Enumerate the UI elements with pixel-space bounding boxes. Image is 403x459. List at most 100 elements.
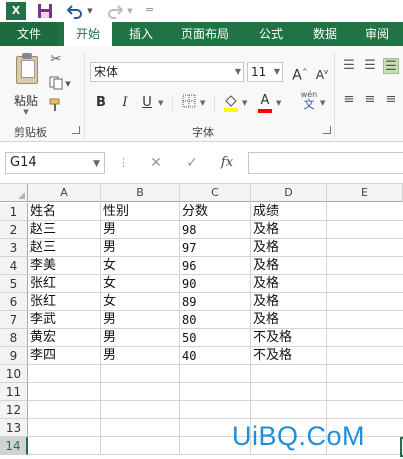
phonetic-dropdown-icon[interactable]: ▼ bbox=[320, 99, 325, 107]
row-header-10[interactable]: 10 bbox=[0, 365, 28, 383]
undo-icon[interactable] bbox=[66, 2, 84, 20]
tab-data[interactable]: 数据 bbox=[302, 22, 348, 46]
cell-c5[interactable]: 90 bbox=[180, 275, 251, 293]
cell-e9[interactable] bbox=[327, 347, 403, 365]
cell-e8[interactable] bbox=[327, 329, 403, 347]
cell-a14[interactable] bbox=[28, 437, 101, 455]
borders-dropdown-icon[interactable]: ▼ bbox=[200, 99, 205, 107]
customize-icon[interactable]: = bbox=[145, 3, 154, 16]
cell-a9[interactable]: 李四 bbox=[28, 347, 101, 365]
cell-a13[interactable] bbox=[28, 419, 101, 437]
cell-d3[interactable]: 及格 bbox=[251, 239, 327, 257]
cell-b3[interactable]: 男 bbox=[101, 239, 180, 257]
cell-a8[interactable]: 黄宏 bbox=[28, 329, 101, 347]
font-name-select[interactable]: 宋体 ▼ bbox=[90, 62, 244, 82]
align-bottom-icon[interactable]: ☰ bbox=[383, 58, 399, 74]
undo-dropdown-icon[interactable]: ▼ bbox=[86, 2, 94, 20]
cell-c2[interactable]: 98 bbox=[180, 221, 251, 239]
cell-b13[interactable] bbox=[101, 419, 180, 437]
paste-icon[interactable] bbox=[10, 52, 44, 92]
tab-home[interactable]: 开始 bbox=[64, 22, 112, 46]
save-icon[interactable] bbox=[36, 2, 54, 20]
cell-e6[interactable] bbox=[327, 293, 403, 311]
cell-e2[interactable] bbox=[327, 221, 403, 239]
cell-c6[interactable]: 89 bbox=[180, 293, 251, 311]
cell-b10[interactable] bbox=[101, 365, 180, 383]
phonetic-guide-button[interactable]: wén 文 bbox=[298, 90, 320, 111]
cell-b8[interactable]: 男 bbox=[101, 329, 180, 347]
cell-c9[interactable]: 40 bbox=[180, 347, 251, 365]
underline-dropdown-icon[interactable]: ▼ bbox=[158, 99, 163, 107]
column-header-d[interactable]: D bbox=[251, 184, 327, 202]
align-right-icon[interactable]: ≡ bbox=[383, 92, 399, 108]
tab-page-layout[interactable]: 页面布局 bbox=[170, 22, 240, 46]
fill-color-icon[interactable] bbox=[222, 94, 240, 112]
cell-c10[interactable] bbox=[180, 365, 251, 383]
align-center-icon[interactable]: ≡ bbox=[362, 92, 378, 108]
row-header-6[interactable]: 6 bbox=[0, 293, 28, 311]
cell-b4[interactable]: 女 bbox=[101, 257, 180, 275]
column-header-a[interactable]: A bbox=[28, 184, 101, 202]
bold-button[interactable]: B bbox=[92, 94, 110, 112]
cell-b7[interactable]: 男 bbox=[101, 311, 180, 329]
cell-e3[interactable] bbox=[327, 239, 403, 257]
worksheet-grid[interactable]: ABCDE 1 2 3 4 5 6 7 8 9 10 11 12 13 14 姓名 性别 分数 成绩 赵三男 98 及… bbox=[0, 184, 403, 459]
cell-e5[interactable] bbox=[327, 275, 403, 293]
cell-b1[interactable]: 性别 bbox=[101, 203, 180, 221]
format-painter-icon[interactable] bbox=[48, 98, 64, 114]
name-box[interactable]: G14 ▼ bbox=[5, 152, 105, 174]
row-header-3[interactable]: 3 bbox=[0, 239, 28, 257]
cell-a11[interactable] bbox=[28, 383, 101, 401]
cell-c12[interactable] bbox=[180, 401, 251, 419]
underline-button[interactable]: U bbox=[138, 94, 156, 112]
row-header-14[interactable]: 14 bbox=[0, 437, 28, 455]
cell-d7[interactable]: 及格 bbox=[251, 311, 327, 329]
cell-d9[interactable]: 不及格 bbox=[251, 347, 327, 365]
enter-icon[interactable]: ✓ bbox=[181, 152, 203, 174]
cell-a4[interactable]: 李美 bbox=[28, 257, 101, 275]
cell-d1[interactable]: 成绩 bbox=[251, 203, 327, 221]
cell-a2[interactable]: 赵三 bbox=[28, 221, 101, 239]
fill-color-dropdown-icon[interactable]: ▼ bbox=[242, 99, 247, 107]
cut-icon[interactable]: ✂ bbox=[48, 52, 64, 68]
cell-b9[interactable]: 男 bbox=[101, 347, 180, 365]
cell-d12[interactable] bbox=[251, 401, 327, 419]
row-header-4[interactable]: 4 bbox=[0, 257, 28, 275]
cell-c11[interactable] bbox=[180, 383, 251, 401]
cell-c8[interactable]: 50 bbox=[180, 329, 251, 347]
cell-b6[interactable]: 女 bbox=[101, 293, 180, 311]
formula-bar-grip[interactable]: ⋮ bbox=[118, 152, 129, 174]
font-color-icon[interactable]: A bbox=[256, 94, 274, 113]
cell-d10[interactable] bbox=[251, 365, 327, 383]
paste-dropdown-icon[interactable]: ▼ bbox=[21, 108, 31, 116]
column-header-c[interactable]: C bbox=[180, 184, 251, 202]
cell-d4[interactable]: 及格 bbox=[251, 257, 327, 275]
cell-e1[interactable] bbox=[327, 203, 403, 221]
font-color-dropdown-icon[interactable]: ▼ bbox=[276, 99, 281, 107]
cell-a3[interactable]: 赵三 bbox=[28, 239, 101, 257]
tab-file[interactable]: 文件 bbox=[0, 22, 58, 46]
cell-b14[interactable] bbox=[101, 437, 180, 455]
clipboard-launcher-icon[interactable] bbox=[72, 126, 80, 134]
cell-a6[interactable]: 张红 bbox=[28, 293, 101, 311]
align-top-icon[interactable]: ☰ bbox=[341, 58, 357, 74]
shrink-font-icon[interactable]: Av bbox=[313, 62, 331, 85]
insert-function-icon[interactable]: fx bbox=[216, 152, 238, 174]
cell-b5[interactable]: 女 bbox=[101, 275, 180, 293]
font-launcher-icon[interactable] bbox=[323, 126, 331, 134]
cell-d5[interactable]: 及格 bbox=[251, 275, 327, 293]
cell-d6[interactable]: 及格 bbox=[251, 293, 327, 311]
align-left-icon[interactable]: ≡ bbox=[341, 92, 357, 108]
row-header-11[interactable]: 11 bbox=[0, 383, 28, 401]
formula-input[interactable] bbox=[248, 152, 403, 174]
row-header-2[interactable]: 2 bbox=[0, 221, 28, 239]
copy-dropdown-icon[interactable]: ▼ bbox=[64, 76, 72, 92]
cell-a7[interactable]: 李武 bbox=[28, 311, 101, 329]
row-header-7[interactable]: 7 bbox=[0, 311, 28, 329]
cell-e4[interactable] bbox=[327, 257, 403, 275]
cell-b11[interactable] bbox=[101, 383, 180, 401]
cell-a10[interactable] bbox=[28, 365, 101, 383]
redo-icon[interactable] bbox=[106, 2, 124, 20]
cell-a5[interactable]: 张红 bbox=[28, 275, 101, 293]
cell-a12[interactable] bbox=[28, 401, 101, 419]
